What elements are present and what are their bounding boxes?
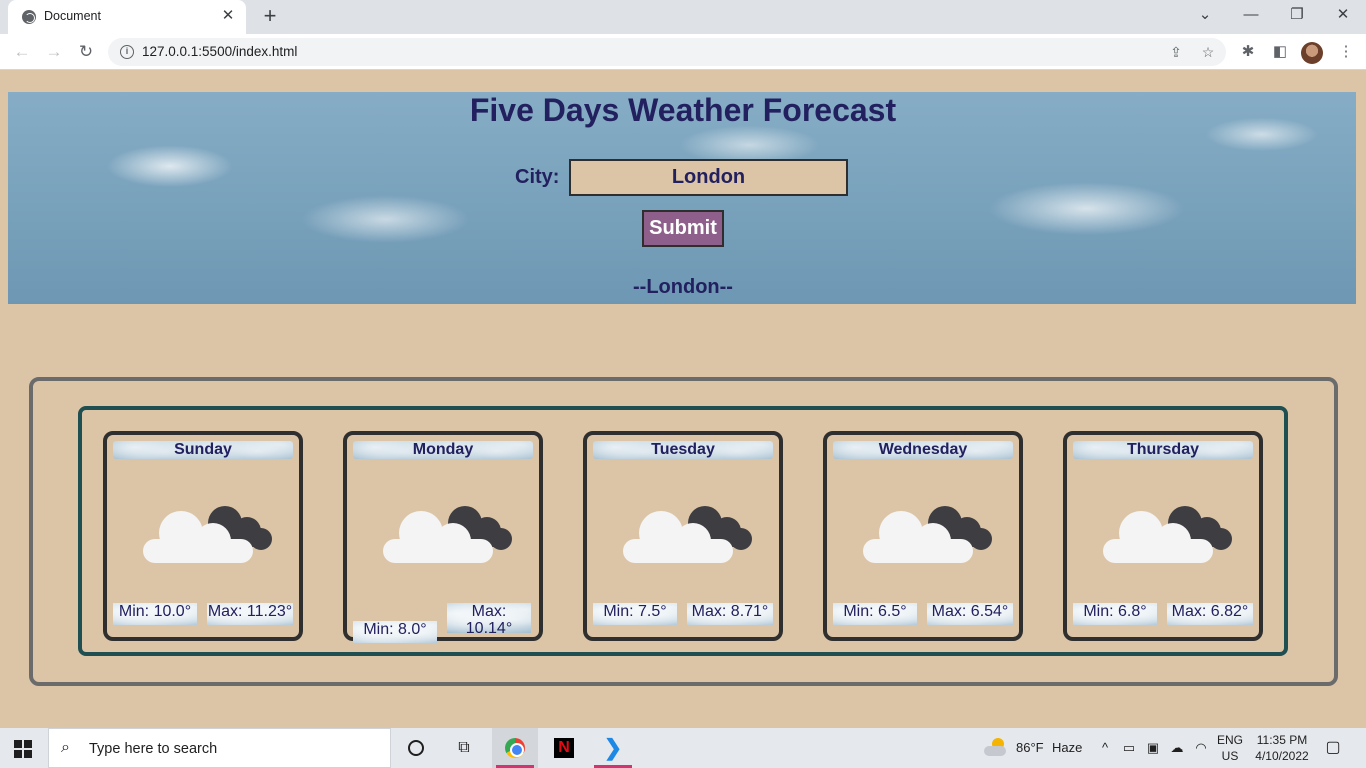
minimize-icon[interactable]: — <box>1228 0 1274 30</box>
forecast-card-thursday: Thursday Min: 6.8° Max: 6.82° <box>1063 431 1263 641</box>
city-label: City: <box>515 166 560 188</box>
language-code[interactable]: ENG <box>1216 733 1244 747</box>
browser-tab-strip: Document ✕ + ⌄ — ❐ ✕ <box>0 0 1366 34</box>
globe-icon <box>22 10 36 24</box>
forecast-min-temp: Min: 10.0° <box>113 603 197 625</box>
menu-kebab-icon[interactable]: ⋮ <box>1336 42 1356 62</box>
windows-start-icon[interactable] <box>14 740 32 758</box>
cortana-icon[interactable] <box>408 740 424 756</box>
submit-button[interactable]: Submit <box>642 210 724 247</box>
vscode-taskbar-app[interactable]: ❯ <box>590 728 636 768</box>
forecast-min-temp: Min: 6.8° <box>1073 603 1157 625</box>
netflix-icon: N <box>554 738 574 758</box>
partly-cloudy-night-icon <box>1097 501 1237 571</box>
search-placeholder: Type here to search <box>89 741 218 757</box>
chrome-icon <box>505 738 525 758</box>
restore-icon[interactable]: ❐ <box>1274 0 1320 30</box>
forward-icon[interactable]: → <box>42 40 66 64</box>
battery-icon[interactable]: ▭ <box>1120 739 1138 757</box>
notifications-icon[interactable]: ▢ <box>1322 738 1344 758</box>
back-icon[interactable]: ← <box>10 40 34 64</box>
forecast-day-name: Monday <box>353 441 533 459</box>
forecast-min-temp: Min: 6.5° <box>833 603 917 625</box>
reload-icon[interactable]: ↻ <box>74 40 98 64</box>
clock-date[interactable]: 4/10/2022 <box>1250 749 1314 763</box>
clock-time[interactable]: 11:35 PM <box>1250 733 1314 747</box>
chrome-taskbar-app[interactable] <box>492 728 538 768</box>
browser-toolbar: ← → ↻ i 127.0.0.1:5500/index.html ⇪ ☆ ✱ … <box>0 34 1366 70</box>
onedrive-error-icon[interactable]: ☁ <box>1168 739 1186 757</box>
forecast-day-name: Tuesday <box>593 441 773 459</box>
forecast-day-name: Wednesday <box>833 441 1013 459</box>
forecast-min-temp: Min: 8.0° <box>353 621 437 643</box>
netflix-taskbar-app[interactable]: N <box>541 728 587 768</box>
profile-avatar[interactable] <box>1301 42 1323 64</box>
browser-tab[interactable]: Document ✕ <box>8 0 246 34</box>
forecast-max-temp: Max: 6.82° <box>1167 603 1253 625</box>
close-tab-icon[interactable]: ✕ <box>218 6 238 26</box>
taskbar-search-box[interactable]: ⌕ Type here to search <box>48 728 391 768</box>
partly-cloudy-night-icon <box>857 501 997 571</box>
weather-temp[interactable]: 86°F <box>1016 740 1044 755</box>
forecast-max-temp: Max: 6.54° <box>927 603 1013 625</box>
weather-desc[interactable]: Haze <box>1052 740 1082 755</box>
wifi-icon[interactable]: ◠ <box>1192 739 1210 757</box>
task-view-icon[interactable]: ⧉ <box>454 738 474 758</box>
forecast-card-monday: Monday Min: 8.0° Max: 10.14° <box>343 431 543 643</box>
forecast-max-temp: Max: 10.14° <box>447 603 531 637</box>
close-window-icon[interactable]: ✕ <box>1320 0 1366 30</box>
forecast-card-tuesday: Tuesday Min: 7.5° Max: 8.71° <box>583 431 783 641</box>
partly-cloudy-night-icon <box>377 501 517 571</box>
partly-cloudy-night-icon <box>617 501 757 571</box>
forecast-day-name: Thursday <box>1073 441 1253 459</box>
extensions-icon[interactable]: ✱ <box>1238 42 1258 62</box>
bookmark-star-icon[interactable]: ☆ <box>1198 42 1218 62</box>
forecast-card-sunday: Sunday Min: 10.0° Max: 11.23° <box>103 431 303 641</box>
forecast-min-temp: Min: 7.5° <box>593 603 677 625</box>
partly-cloudy-night-icon <box>137 501 277 571</box>
region-code[interactable]: US <box>1216 749 1244 763</box>
weather-haze-icon[interactable] <box>984 738 1006 758</box>
share-icon[interactable]: ⇪ <box>1166 42 1186 62</box>
forecast-day-name: Sunday <box>113 441 293 459</box>
site-info-icon[interactable]: i <box>120 45 134 59</box>
city-heading: --London-- <box>633 276 733 298</box>
windows-taskbar: ⌕ Type here to search ⧉ N ❯ 86°F Haze ^ … <box>0 728 1366 768</box>
show-hidden-icons-icon[interactable]: ^ <box>1096 739 1114 757</box>
page-title: Five Days Weather Forecast <box>469 92 897 128</box>
forecast-max-temp: Max: 11.23° <box>207 603 293 625</box>
meet-icon[interactable]: ▣ <box>1144 739 1162 757</box>
address-bar[interactable]: i 127.0.0.1:5500/index.html ⇪ ☆ <box>108 38 1226 66</box>
new-tab-icon[interactable]: + <box>258 4 282 28</box>
tab-title: Document <box>44 9 101 23</box>
url-text[interactable]: 127.0.0.1:5500/index.html <box>142 44 297 59</box>
city-input[interactable] <box>569 159 848 196</box>
search-icon: ⌕ <box>61 739 70 756</box>
forecast-max-temp: Max: 8.71° <box>687 603 773 625</box>
tab-search-icon[interactable]: ⌄ <box>1182 0 1228 30</box>
vscode-icon: ❯ <box>603 735 623 760</box>
side-panel-icon[interactable]: ◧ <box>1270 42 1290 62</box>
forecast-card-wednesday: Wednesday Min: 6.5° Max: 6.54° <box>823 431 1023 641</box>
